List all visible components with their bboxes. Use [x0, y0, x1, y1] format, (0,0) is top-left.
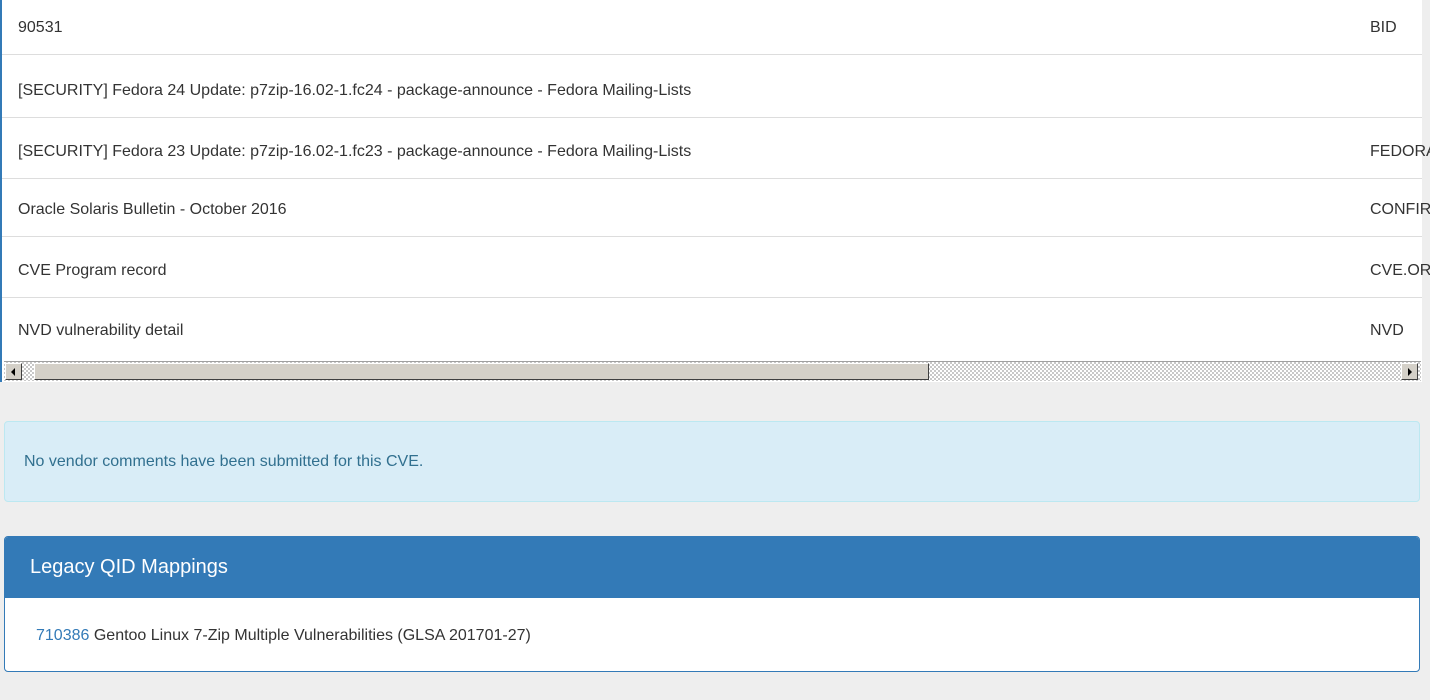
reference-title[interactable]: Oracle Solaris Bulletin - October 2016	[18, 182, 287, 237]
vendor-comments-alert: No vendor comments have been submitted f…	[4, 421, 1420, 502]
scrollbar-thumb[interactable]	[34, 363, 929, 380]
reference-row: 90531 BID	[2, 0, 1422, 55]
reference-source: BID	[1370, 19, 1397, 36]
horizontal-scrollbar[interactable]	[4, 361, 1421, 381]
reference-title[interactable]: [SECURITY] Fedora 24 Update: p7zip-16.02…	[18, 63, 691, 118]
reference-title[interactable]: CVE Program record	[18, 243, 167, 298]
arrow-right-icon	[1408, 368, 1412, 376]
arrow-left-icon	[11, 368, 15, 376]
reference-title[interactable]: NVD vulnerability detail	[18, 303, 183, 358]
reference-row: NVD vulnerability detail NVD	[2, 303, 1422, 358]
reference-row: CVE Program record CVE.ORG	[2, 243, 1430, 298]
reference-title[interactable]: [SECURITY] Fedora 23 Update: p7zip-16.02…	[18, 124, 691, 179]
reference-source: FEDORA	[1370, 143, 1430, 160]
reference-row: Oracle Solaris Bulletin - October 2016 C…	[2, 182, 1430, 237]
reference-source: CONFIRM	[1370, 201, 1430, 218]
reference-row: [SECURITY] Fedora 24 Update: p7zip-16.02…	[2, 63, 1422, 118]
qid-link[interactable]: 710386	[36, 627, 89, 644]
legacy-qid-panel: Legacy QID Mappings 710386 Gentoo Linux …	[4, 536, 1420, 672]
qid-title: Gentoo Linux 7-Zip Multiple Vulnerabilit…	[93, 627, 531, 644]
reference-source: NVD	[1370, 322, 1404, 339]
scroll-right-button[interactable]	[1401, 363, 1418, 380]
reference-source: CVE.ORG	[1370, 262, 1430, 279]
scroll-left-button[interactable]	[5, 363, 22, 380]
legacy-qid-item: 710386 Gentoo Linux 7-Zip Multiple Vulne…	[36, 599, 531, 672]
vendor-comments-message: No vendor comments have been submitted f…	[24, 453, 424, 470]
reference-title[interactable]: 90531	[18, 0, 63, 55]
reference-row: [SECURITY] Fedora 23 Update: p7zip-16.02…	[2, 124, 1430, 179]
references-panel: 90531 BID [SECURITY] Fedora 24 Update: p…	[0, 0, 1430, 382]
legacy-qid-heading: Legacy QID Mappings	[5, 537, 1419, 598]
